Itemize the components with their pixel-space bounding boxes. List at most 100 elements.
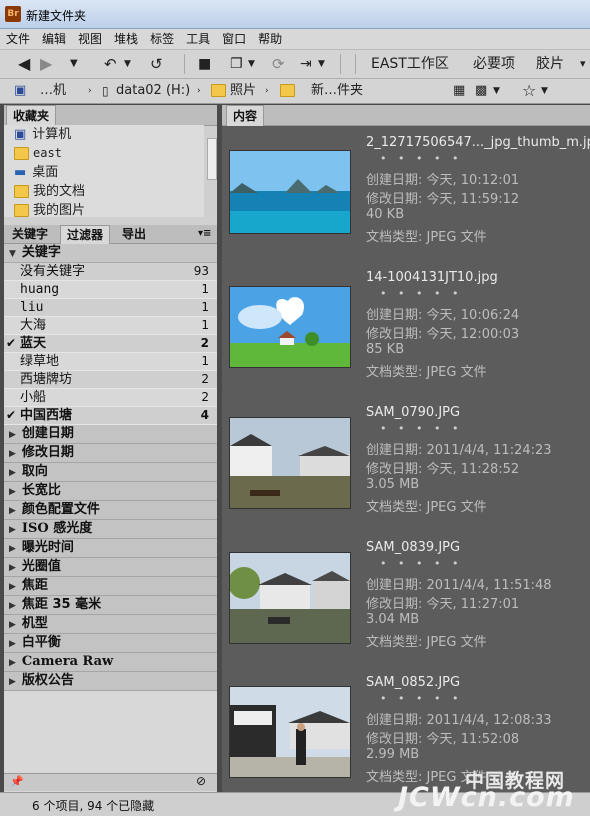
tab-filter[interactable]: 过滤器 <box>60 225 111 244</box>
content-header: 内容 <box>222 105 590 126</box>
keyword-label: liu <box>20 300 44 315</box>
filter-category[interactable]: ▶ 取向 <box>4 463 217 482</box>
recent-dropdown-icon[interactable]: ▼ <box>124 54 131 74</box>
pin-icon[interactable]: 📌 <box>10 775 24 788</box>
menu-stack[interactable]: 堆栈 <box>108 29 144 49</box>
keyword-row[interactable]: 大海 1 <box>4 317 217 335</box>
keyword-row[interactable]: liu 1 <box>4 299 217 317</box>
filter-category[interactable]: ▶ 修改日期 <box>4 444 217 463</box>
desktop-icon: ▬ <box>14 165 27 180</box>
path-computer[interactable]: …机 <box>40 81 66 101</box>
menu-file[interactable]: 文件 <box>0 29 36 49</box>
workspace-east[interactable]: EAST工作区 <box>371 54 449 74</box>
menu-help[interactable]: 帮助 <box>252 29 288 49</box>
clear-filter-icon[interactable]: ⊘ <box>196 774 206 788</box>
favorites-scrollbar[interactable] <box>206 126 217 217</box>
triangle-right-icon: ▶ <box>9 658 16 668</box>
checkmark-icon: ✔ <box>6 336 17 350</box>
file-size: 85 KB <box>366 342 405 357</box>
menu-window[interactable]: 窗口 <box>216 29 252 49</box>
filter-category[interactable]: ▶ 曝光时间 <box>4 539 217 558</box>
keyword-row[interactable]: ✔ 中国西塘 4 <box>4 407 217 425</box>
path-drive[interactable]: data02 (H:) <box>116 81 190 101</box>
copy-dropdown-icon[interactable]: ▼ <box>248 54 255 74</box>
menu-label[interactable]: 标签 <box>144 29 180 49</box>
favorite-pictures[interactable]: 我的图片 <box>4 201 204 217</box>
path-separator-icon: › <box>197 86 201 96</box>
workspace-more-icon[interactable]: ▾ <box>580 54 586 74</box>
watermark-logo: JCWcn.com <box>398 782 575 813</box>
list-item[interactable]: SAM_0839.JPG • • • • • 创建日期: 2011/4/4, 1… <box>222 531 590 666</box>
scrollbar-thumb[interactable] <box>207 138 217 180</box>
rating-stars[interactable]: • • • • • <box>380 287 462 300</box>
thumbnail-image <box>229 150 351 234</box>
copy-icon[interactable]: ❐ <box>230 54 243 74</box>
path-folder-photos[interactable]: 照片 <box>211 81 256 101</box>
keyword-row[interactable]: 小船 2 <box>4 389 217 407</box>
filter-category[interactable]: ▶ 白平衡 <box>4 634 217 653</box>
filter-category-label: 创建日期 <box>21 426 74 441</box>
menu-view[interactable]: 视图 <box>72 29 108 49</box>
recent-folder-icon[interactable]: ↶ <box>104 54 117 74</box>
filter-category[interactable]: ▶ 颜色配置文件 <box>4 501 217 520</box>
rating-filter-dropdown-icon[interactable]: ▼ <box>493 81 500 101</box>
keyword-row[interactable]: 西塘牌坊 2 <box>4 371 217 389</box>
filter-category[interactable]: ▶ 机型 <box>4 615 217 634</box>
path-folder-new[interactable]: 新…件夹 <box>280 81 363 101</box>
filter-category[interactable]: ▶ 长宽比 <box>4 482 217 501</box>
thumbnail-image <box>229 286 351 368</box>
rating-filter-icon[interactable]: ▩ <box>475 81 487 101</box>
rating-stars[interactable]: • • • • • <box>380 422 462 435</box>
panel-menu-icon[interactable]: ▾≡ <box>192 225 217 243</box>
tab-keywords[interactable]: 关键字 <box>6 225 54 243</box>
back-arrow-icon[interactable]: ◀ <box>18 54 30 74</box>
open-dropdown-icon[interactable]: ▼ <box>318 54 325 74</box>
keyword-list: 没有关键字 93 huang 1 liu 1 大海 1 ✔ 蓝天 2 绿草地 1 西塘牌坊 2 小船 2 ✔ 中国西… <box>4 263 217 425</box>
thumbnail-quality-icon[interactable]: ▦ <box>453 81 465 101</box>
favorite-desktop[interactable]: ▬ 桌面 <box>4 163 204 182</box>
path-folder-photos-label: 照片 <box>230 83 257 98</box>
filter-category[interactable]: ▶ 焦距 35 毫米 <box>4 596 217 615</box>
rating-stars[interactable]: • • • • • <box>380 692 462 705</box>
list-item[interactable]: 2_12717506547..._jpg_thumb_m.jpg • • • •… <box>222 126 590 261</box>
keyword-row[interactable]: 没有关键字 93 <box>4 263 217 281</box>
keywords-section-header[interactable]: ▼ 关键字 <box>4 244 217 263</box>
favorite-computer[interactable]: ▣ 计算机 <box>4 125 204 144</box>
tab-export[interactable]: 导出 <box>116 225 152 243</box>
rotate-icon[interactable]: ↺ <box>150 54 163 74</box>
star-filter-icon[interactable]: ☆ <box>522 81 536 101</box>
keyword-row[interactable]: huang 1 <box>4 281 217 299</box>
workspace-filmstrip[interactable]: 胶片 <box>536 54 564 74</box>
filter-category[interactable]: ▶ 焦距 <box>4 577 217 596</box>
keyword-row[interactable]: 绿草地 1 <box>4 353 217 371</box>
camera-icon[interactable]: ■ <box>198 54 211 74</box>
tab-content[interactable]: 内容 <box>226 105 265 126</box>
file-size: 3.04 MB <box>366 612 420 627</box>
filter-category[interactable]: ▶ 版权公告 <box>4 672 217 691</box>
forward-arrow-icon[interactable]: ▶ <box>40 54 52 74</box>
filter-category[interactable]: ▶ 创建日期 <box>4 425 217 444</box>
keyword-label: 西塘牌坊 <box>20 372 73 387</box>
filter-category[interactable]: ▶ ISO 感光度 <box>4 520 217 539</box>
thumbnail-image <box>229 686 351 778</box>
menu-tools[interactable]: 工具 <box>180 29 216 49</box>
menu-edit[interactable]: 编辑 <box>36 29 72 49</box>
filter-category[interactable]: ▶ 光圈值 <box>4 558 217 577</box>
open-with-icon[interactable]: ⇥ <box>300 54 312 74</box>
favorite-documents[interactable]: 我的文档 <box>4 182 204 201</box>
rating-stars[interactable]: • • • • • <box>380 557 462 570</box>
star-filter-dropdown-icon[interactable]: ▼ <box>541 81 548 101</box>
favorite-label: 我的文档 <box>33 184 86 199</box>
refine-icon[interactable]: ⟳ <box>272 54 285 74</box>
keyword-row[interactable]: ✔ 蓝天 2 <box>4 335 217 353</box>
history-dropdown-icon[interactable]: ▼ <box>70 54 78 74</box>
list-item[interactable]: SAM_0790.JPG • • • • • 创建日期: 2011/4/4, 1… <box>222 396 590 531</box>
filter-category[interactable]: ▶ Camera Raw <box>4 653 217 672</box>
rating-stars[interactable]: • • • • • <box>380 152 462 165</box>
workspace-essentials[interactable]: 必要项 <box>473 54 515 74</box>
favorite-east[interactable]: east <box>4 144 204 163</box>
title-bar: Br 新建文件夹 <box>0 0 590 29</box>
created-date: 创建日期: 今天, 10:12:01 <box>366 173 520 188</box>
tab-favorites[interactable]: 收藏夹 <box>6 105 57 126</box>
list-item[interactable]: 14-1004131JT10.jpg • • • • • 创建日期: 今天, 1… <box>222 261 590 396</box>
